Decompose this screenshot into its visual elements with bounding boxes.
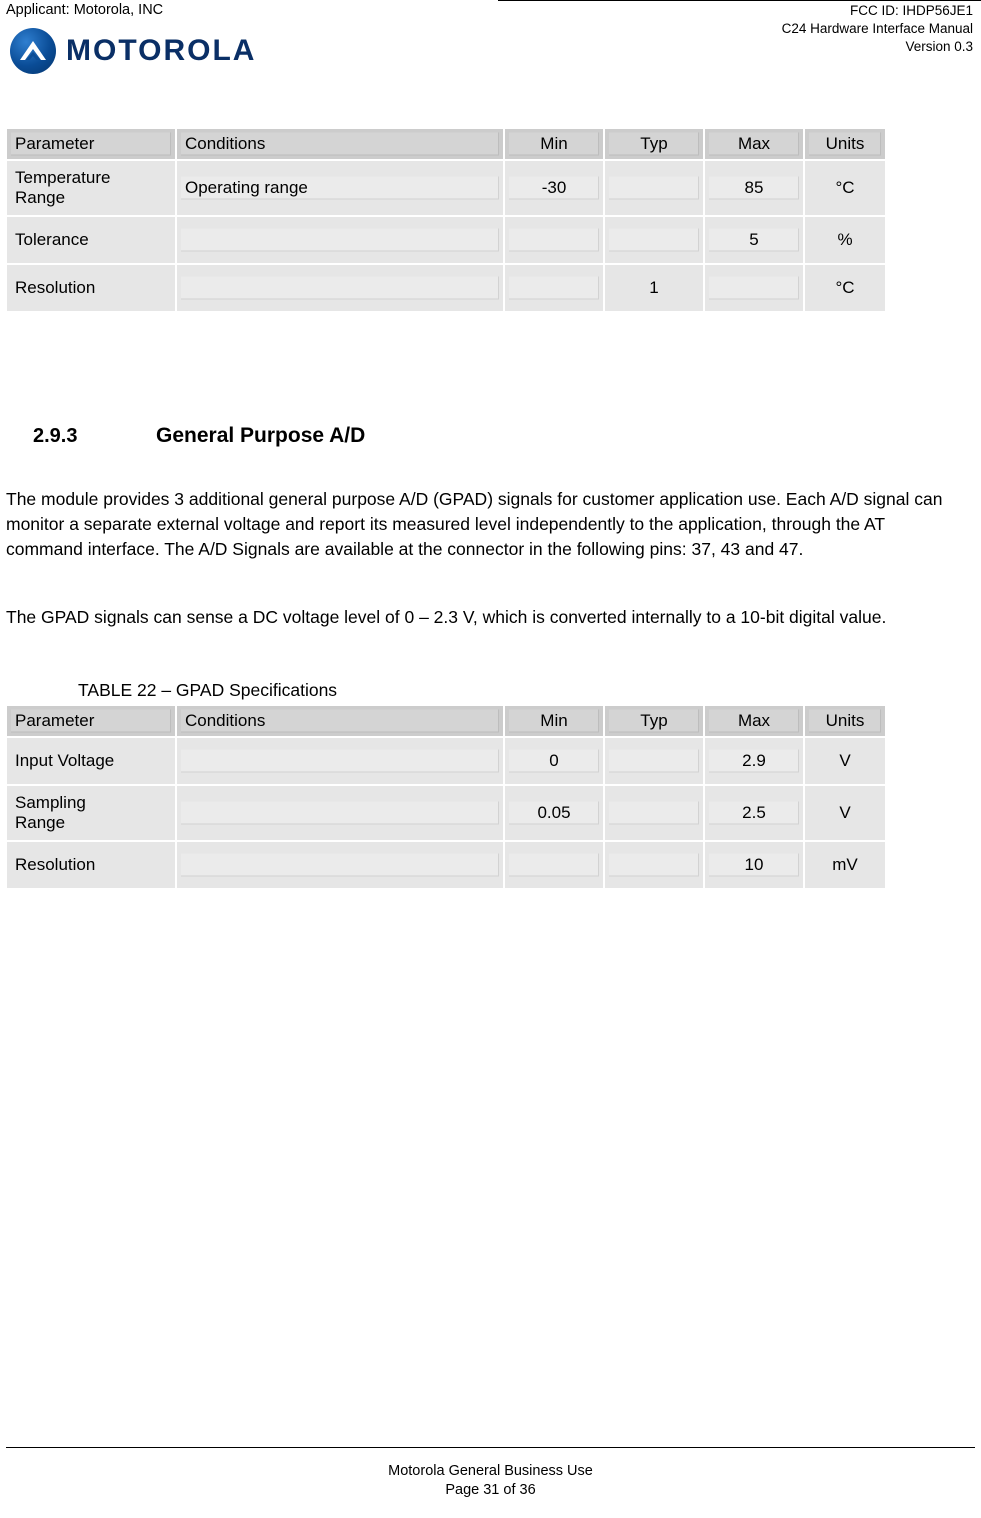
cell-max: 5 — [705, 217, 803, 263]
cell-parameter: Temperature Range — [7, 161, 175, 215]
cell-conditions — [177, 786, 503, 840]
cell-typ — [605, 217, 703, 263]
header-fcc-id: FCC ID: IHDP56JE1 — [849, 3, 973, 18]
footer-notice: Motorola General Business Use — [388, 1463, 593, 1479]
gpad-spec-table: Parameter Conditions Min Typ Max Units I… — [6, 705, 886, 889]
header-applicant: Applicant: Motorola, INC — [6, 2, 164, 18]
cell-max: 10 — [705, 842, 803, 888]
cell-conditions: Operating range — [177, 161, 503, 215]
cell-typ — [605, 161, 703, 215]
table-row: Tolerance 5 % — [6, 216, 886, 264]
header-cell-conditions: Conditions — [177, 706, 503, 736]
table-header-row: Parameter Conditions Min Typ Max Units — [6, 705, 886, 737]
cell-typ — [605, 738, 703, 784]
cell-conditions — [177, 265, 503, 311]
cell-conditions — [177, 738, 503, 784]
cell-parameter: Input Voltage — [7, 738, 175, 784]
cell-units: V — [805, 786, 885, 840]
table-row: Resolution 10 mV — [6, 841, 886, 889]
header-cell-max: Max — [705, 706, 803, 736]
footer-page-number: Page 31 of 36 — [445, 1482, 536, 1498]
page-header: Applicant: Motorola, INC FCC ID: IHDP56J… — [0, 0, 981, 92]
cell-min — [505, 265, 603, 311]
table-caption: TABLE 22 – GPAD Specifications — [78, 680, 338, 700]
cell-typ: 1 — [605, 265, 703, 311]
header-cell-conditions: Conditions — [177, 129, 503, 159]
table-row: Input Voltage 0 2.9 V — [6, 737, 886, 785]
cell-max: 2.5 — [705, 786, 803, 840]
cell-units: mV — [805, 842, 885, 888]
cell-units: % — [805, 217, 885, 263]
section-title: General Purpose A/D — [156, 424, 366, 447]
cell-units: °C — [805, 161, 885, 215]
paragraph-gpad-intro: The module provides 3 additional general… — [6, 489, 943, 559]
cell-parameter: Sampling Range — [7, 786, 175, 840]
cell-max: 85 — [705, 161, 803, 215]
header-cell-parameter: Parameter — [7, 706, 175, 736]
cell-min: -30 — [505, 161, 603, 215]
header-cell-min: Min — [505, 129, 603, 159]
table-header-row: Parameter Conditions Min Typ Max Units — [6, 128, 886, 160]
footer-rule — [6, 1447, 975, 1448]
table-row: Resolution 1 °C — [6, 264, 886, 312]
header-cell-units: Units — [805, 129, 885, 159]
header-manual-title: C24 Hardware Interface Manual — [781, 21, 973, 36]
cell-max — [705, 265, 803, 311]
document-page: Applicant: Motorola, INC FCC ID: IHDP56J… — [0, 0, 981, 1518]
cell-min: 0 — [505, 738, 603, 784]
motorola-logo: MOTOROLA — [10, 28, 256, 74]
paragraph-gpad-voltage: The GPAD signals can sense a DC voltage … — [6, 607, 887, 627]
cell-units: °C — [805, 265, 885, 311]
cell-parameter: Tolerance — [7, 217, 175, 263]
header-cell-max: Max — [705, 129, 803, 159]
header-cell-typ: Typ — [605, 129, 703, 159]
cell-parameter: Resolution — [7, 265, 175, 311]
cell-parameter: Resolution — [7, 842, 175, 888]
cell-min — [505, 842, 603, 888]
section-number: 2.9.3 — [33, 425, 78, 447]
header-version: Version 0.3 — [905, 39, 973, 54]
table-row: Sampling Range 0.05 2.5 V — [6, 785, 886, 841]
motorola-wordmark: MOTOROLA — [66, 34, 257, 67]
cell-min: 0.05 — [505, 786, 603, 840]
page-footer: Motorola General Business Use Page 31 of… — [0, 1462, 981, 1500]
header-cell-parameter: Parameter — [7, 129, 175, 159]
header-rule — [498, 0, 981, 1]
motorola-bat-wing-icon — [10, 28, 56, 74]
cell-conditions — [177, 217, 503, 263]
cell-typ — [605, 786, 703, 840]
table-row: Temperature Range Operating range -30 85… — [6, 160, 886, 216]
header-right-block: FCC ID: IHDP56JE1 C24 Hardware Interface… — [782, 2, 973, 56]
cell-min — [505, 217, 603, 263]
header-cell-units: Units — [805, 706, 885, 736]
header-cell-typ: Typ — [605, 706, 703, 736]
header-cell-min: Min — [505, 706, 603, 736]
temperature-spec-table: Parameter Conditions Min Typ Max Units T… — [6, 128, 886, 312]
cell-max: 2.9 — [705, 738, 803, 784]
cell-units: V — [805, 738, 885, 784]
cell-conditions — [177, 842, 503, 888]
cell-typ — [605, 842, 703, 888]
